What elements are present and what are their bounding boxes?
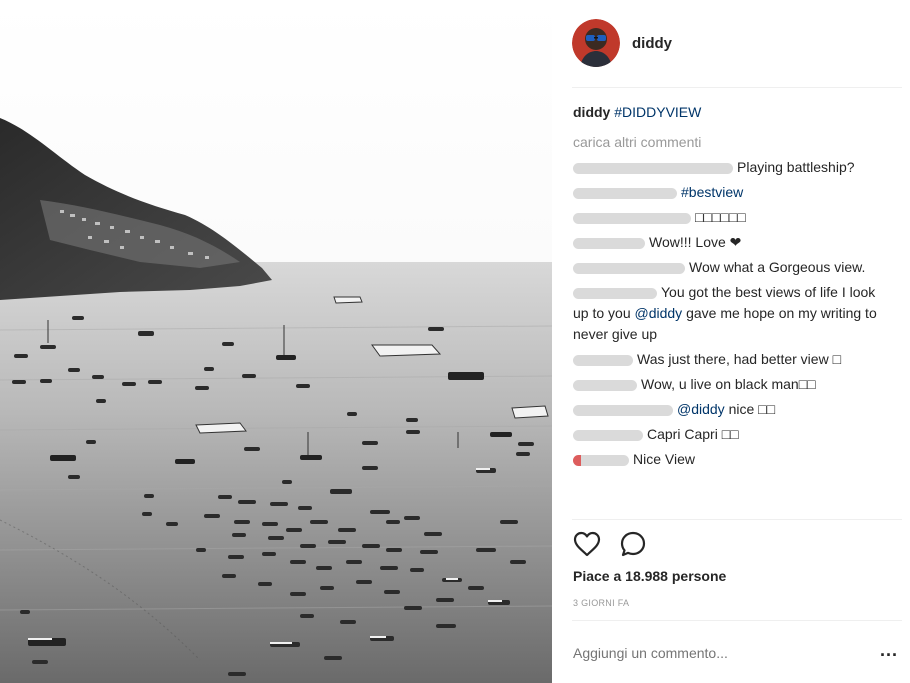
load-more-comments[interactable]: carica altri commenti [573,132,883,153]
comment-text: Wow what a Gorgeous view. [689,259,866,275]
comment-text: □□□□□□ [695,209,746,225]
heart-icon [573,531,601,557]
header-divider [572,87,902,88]
redacted-username [573,262,685,274]
comment-bubble-icon [620,531,646,557]
redacted-username [573,454,629,466]
author-avatar[interactable] [572,19,620,67]
comment-text: Capri Capri □□ [647,426,739,442]
actions-divider [572,620,902,621]
comment-text: Wow!!! Love ❤ [649,234,742,250]
comment-text: nice □□ [724,401,776,417]
add-comment-input[interactable] [573,643,843,663]
redacted-username [573,354,633,366]
likes-count[interactable]: Piace a 18.988 persone [573,568,726,584]
comment-text: Playing battleship? [737,159,855,175]
comment-text: Wow, u live on black man□□ [641,376,816,392]
comment-text: Was just there, had better view □ [637,351,842,367]
comments-divider [572,519,902,520]
redacted-username [573,237,645,249]
comment-mention[interactable]: @diddy [677,401,725,417]
comment-text: Nice View [633,451,695,467]
comment-item: Capri Capri □□ [573,424,883,445]
redacted-username [573,379,637,391]
redacted-username [573,429,643,441]
comment-item: Nice View [573,449,883,470]
comment-item: @diddy nice □□ [573,399,883,420]
comments-list: diddy #DIDDYVIEW carica altri commenti P… [573,100,883,518]
post-photo[interactable] [0,0,552,683]
more-options-button[interactable]: ... [880,641,898,659]
caption-hashtag[interactable]: #DIDDYVIEW [614,104,701,120]
comment-item: Playing battleship? [573,157,883,178]
post-caption: diddy #DIDDYVIEW [573,102,883,123]
comment-item: Wow!!! Love ❤ [573,232,883,253]
comment-mention[interactable]: @diddy [635,305,683,321]
caption-username[interactable]: diddy [573,104,610,120]
comment-item: □□□□□□ [573,207,883,228]
comment-hashtag[interactable]: #bestview [681,184,743,200]
coastal-bay-photo [0,0,552,683]
post-actions [572,528,664,560]
comment-button[interactable] [618,529,648,559]
redacted-username [573,287,657,299]
redacted-username [573,212,691,224]
comment-item: Wow, u live on black man□□ [573,374,883,395]
redacted-username [573,162,733,174]
redacted-username [573,404,673,416]
comment-item: You got the best views of life I look up… [573,282,883,345]
author-username[interactable]: diddy [632,35,672,52]
avatar-image [572,19,620,67]
comment-item: Was just there, had better view □ [573,349,883,370]
comment-item: Wow what a Gorgeous view. [573,257,883,278]
redacted-username [573,187,677,199]
post-timestamp[interactable]: 3 GIORNI FA [573,598,629,608]
post-header: diddy [572,18,902,68]
like-button[interactable] [572,529,602,559]
comment-item: #bestview [573,182,883,203]
post-details-panel: diddy diddy #DIDDYVIEW carica altri comm… [552,0,910,683]
